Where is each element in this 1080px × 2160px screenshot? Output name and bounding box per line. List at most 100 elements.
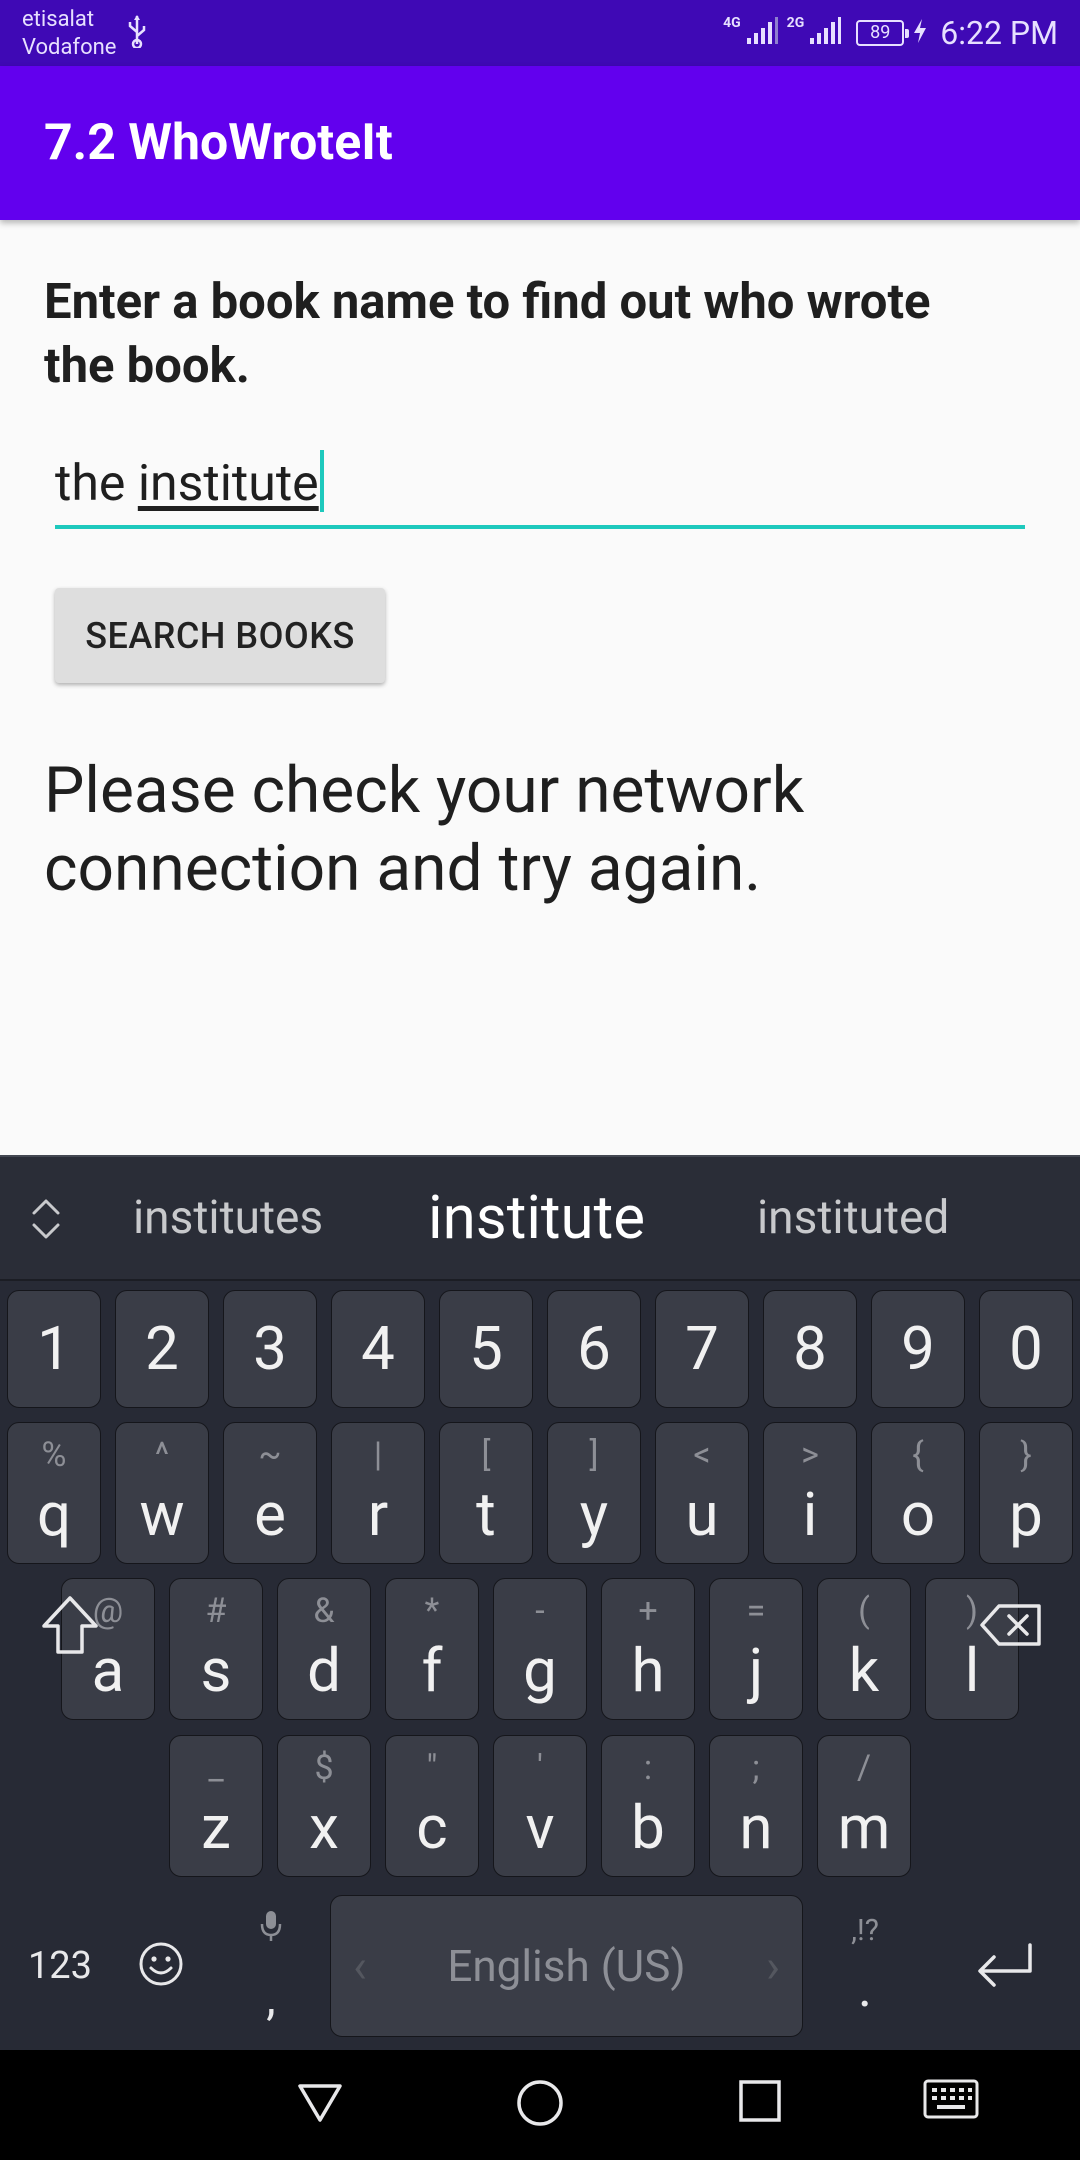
- key-secondary-label: /: [856, 1748, 872, 1788]
- battery-level: 89: [856, 20, 910, 46]
- key-label: y: [579, 1479, 609, 1550]
- system-nav-bar: [0, 2050, 1080, 2160]
- key-o[interactable]: {o: [871, 1422, 965, 1564]
- usb-icon: [126, 14, 148, 52]
- key-y[interactable]: ] y: [547, 1422, 641, 1564]
- nav-recents-icon[interactable]: [737, 2078, 783, 2128]
- network-type-1: 4G: [723, 15, 741, 31]
- key-label: r: [367, 1479, 389, 1550]
- mic-icon: [259, 1909, 283, 1947]
- key-k[interactable]: (k: [817, 1578, 911, 1720]
- emoji-icon: [137, 1940, 185, 1992]
- key-label: c: [416, 1792, 448, 1863]
- key-9[interactable]: 9: [871, 1290, 965, 1408]
- suggestion-1[interactable]: institutes: [133, 1157, 323, 1279]
- key-label: e: [254, 1479, 286, 1550]
- key-0[interactable]: 0: [979, 1290, 1073, 1408]
- key-secondary-label: :: [643, 1748, 653, 1788]
- key-label: 0: [1009, 1313, 1043, 1384]
- key-5[interactable]: 5: [439, 1290, 533, 1408]
- book-input-composing-word: institute: [137, 455, 319, 513]
- key-n[interactable]: ; n: [709, 1735, 803, 1877]
- result-message: Please check your network connection and…: [44, 753, 805, 906]
- nav-home-icon[interactable]: [515, 2078, 565, 2132]
- shift-icon: [40, 1594, 100, 1660]
- key-secondary-label: ^: [154, 1435, 170, 1475]
- status-time: 6:22 PM: [940, 14, 1058, 52]
- status-bar: etisalat Vodafone 4G 2G 89 6:22 PM: [0, 0, 1080, 66]
- key-4[interactable]: 4: [331, 1290, 425, 1408]
- key-secondary-label: {: [912, 1435, 924, 1475]
- book-name-input[interactable]: the institute: [55, 445, 1025, 529]
- suggestion-2[interactable]: institute: [428, 1157, 645, 1279]
- key-b[interactable]: :b: [601, 1735, 695, 1877]
- app-title: 7.2 WhoWroteIt: [44, 114, 393, 172]
- charging-bolt-icon: [912, 18, 928, 48]
- key-label: g: [523, 1635, 557, 1706]
- key-label: 4: [361, 1313, 395, 1384]
- key-v[interactable]: ' v: [493, 1735, 587, 1877]
- key-m[interactable]: / m: [817, 1735, 911, 1877]
- key-f[interactable]: * f: [385, 1578, 479, 1720]
- key-x[interactable]: $ x: [277, 1735, 371, 1877]
- enter-icon: [974, 1941, 1036, 1991]
- key-j[interactable]: = j: [709, 1578, 803, 1720]
- key-h[interactable]: + h: [601, 1578, 695, 1720]
- key-label: p: [1009, 1479, 1043, 1550]
- key-u[interactable]: < u: [655, 1422, 749, 1564]
- key-secondary-label: #: [205, 1591, 227, 1631]
- key-e[interactable]: ~ e: [223, 1422, 317, 1564]
- carrier-1: etisalat: [22, 7, 95, 32]
- key-p[interactable]: } p: [979, 1422, 1073, 1564]
- suggestion-3[interactable]: instituted: [757, 1157, 949, 1279]
- backspace-key[interactable]: [968, 1567, 1054, 1687]
- key-w[interactable]: ^ w: [115, 1422, 209, 1564]
- key-6[interactable]: 6: [547, 1290, 641, 1408]
- period-key[interactable]: ,!? .: [826, 1895, 904, 2037]
- search-books-button[interactable]: SEARCH BOOKS: [55, 588, 385, 683]
- nav-keyboard-icon[interactable]: [922, 2078, 980, 2124]
- key-label: n: [739, 1792, 773, 1863]
- space-key[interactable]: ‹ English (US) ›: [330, 1895, 803, 2037]
- punctuation-hint: ,!?: [851, 1913, 879, 1948]
- key-3[interactable]: 3: [223, 1290, 317, 1408]
- key-c[interactable]: " c: [385, 1735, 479, 1877]
- key-8[interactable]: 8: [763, 1290, 857, 1408]
- key-t[interactable]: [t: [439, 1422, 533, 1564]
- key-secondary-label: ~: [258, 1435, 282, 1475]
- key-label: d: [307, 1635, 341, 1706]
- symbols-key[interactable]: 123: [10, 1895, 110, 2037]
- status-indicators: 4G 2G 89 6:22 PM: [723, 8, 1058, 58]
- key-label: 9: [901, 1313, 935, 1384]
- key-z[interactable]: _ z: [169, 1735, 263, 1877]
- emoji-key[interactable]: [122, 1895, 200, 2037]
- key-label: 6: [577, 1313, 611, 1384]
- key-secondary-label: _: [208, 1748, 224, 1788]
- key-g[interactable]: -g: [493, 1578, 587, 1720]
- key-1[interactable]: 1: [7, 1290, 101, 1408]
- key-i[interactable]: > i: [763, 1422, 857, 1564]
- key-2[interactable]: 2: [115, 1290, 209, 1408]
- comma-key[interactable]: ,: [232, 1895, 310, 2037]
- key-label: 5: [469, 1313, 503, 1384]
- instructions-text: Enter a book name to find out who wrote …: [44, 273, 931, 394]
- key-s[interactable]: # s: [169, 1578, 263, 1720]
- expand-suggestions-icon[interactable]: [28, 1197, 64, 1245]
- backspace-icon: [979, 1603, 1043, 1651]
- cursor-right-icon: ›: [766, 1940, 780, 1994]
- key-d[interactable]: & d: [277, 1578, 371, 1720]
- key-label: i: [802, 1479, 818, 1550]
- key-label: t: [476, 1479, 496, 1550]
- key-7[interactable]: 7: [655, 1290, 749, 1408]
- key-secondary-label: <: [693, 1435, 711, 1475]
- space-label: English (US): [447, 1940, 686, 1992]
- key-r[interactable]: | r: [331, 1422, 425, 1564]
- key-label: u: [685, 1479, 719, 1550]
- key-label: 1: [37, 1313, 71, 1384]
- shift-key[interactable]: [30, 1567, 110, 1687]
- enter-key[interactable]: [955, 1895, 1055, 2037]
- nav-back-icon[interactable]: [296, 2078, 344, 2130]
- key-q[interactable]: % q: [7, 1422, 101, 1564]
- book-input-value[interactable]: the institute: [55, 449, 324, 518]
- key-label: h: [631, 1635, 665, 1706]
